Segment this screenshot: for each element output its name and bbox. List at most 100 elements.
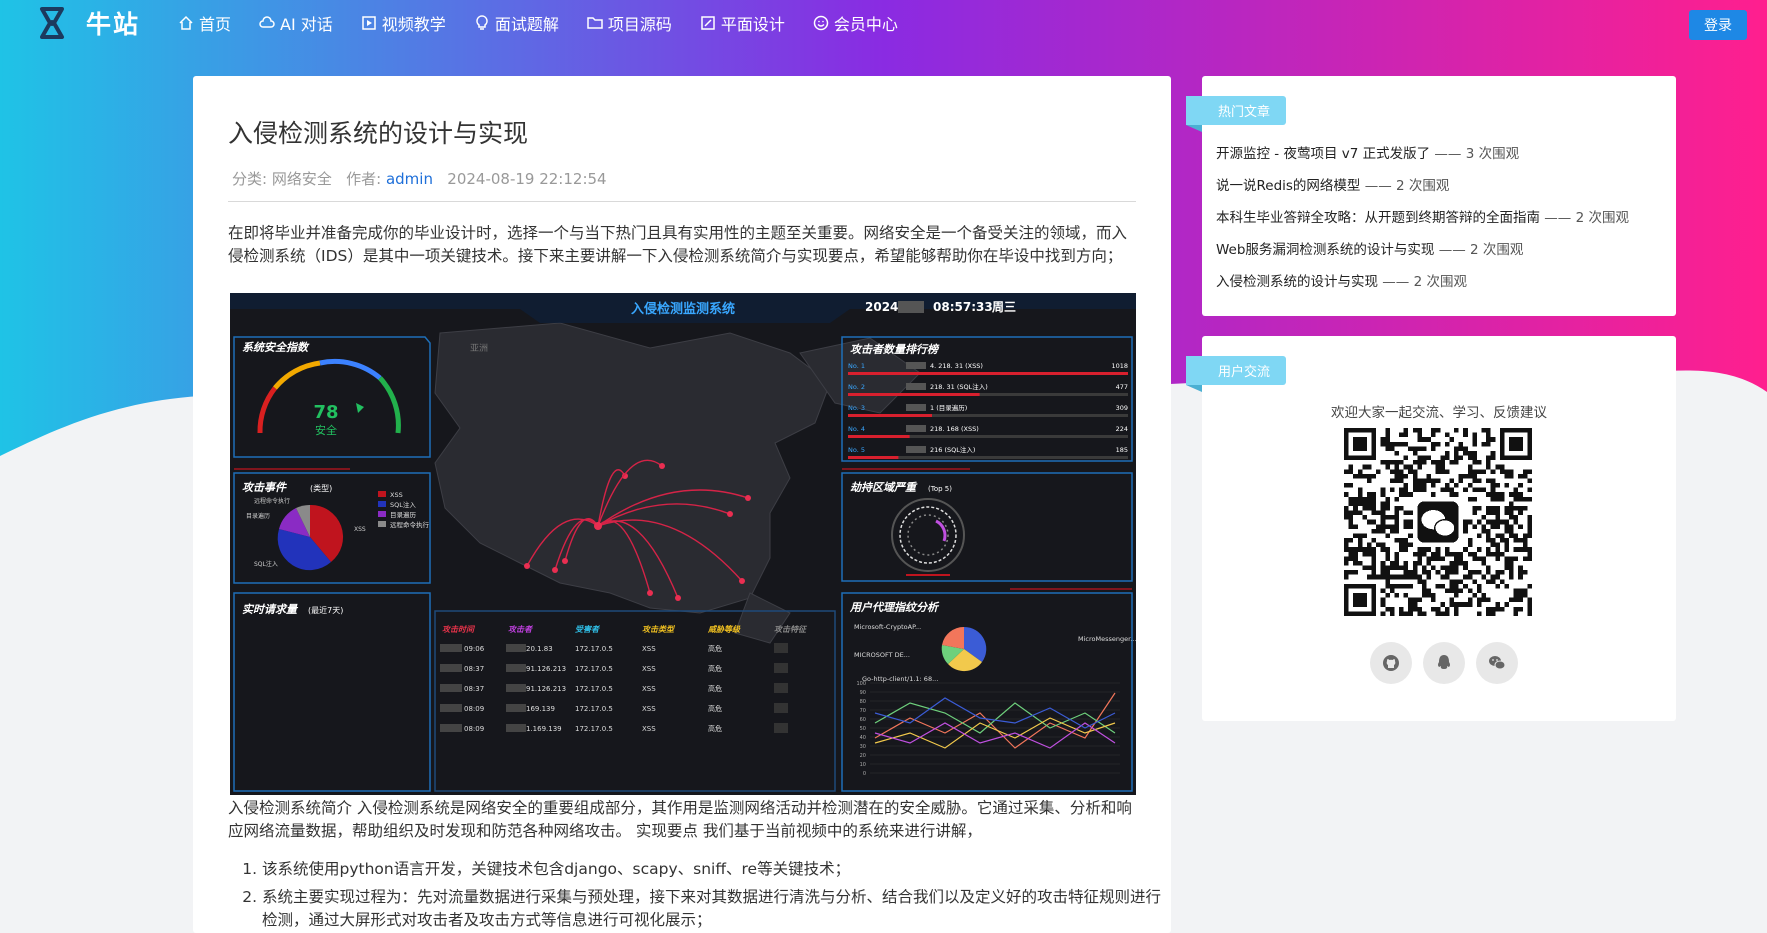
rank-mask [906, 362, 926, 369]
legend-label: 远程命令执行 [390, 520, 430, 529]
line-tick-label: 40 [860, 735, 866, 741]
nav-item-interview[interactable]: 面试题解 [474, 11, 559, 35]
cell-mask [440, 704, 462, 712]
wechat-icon [1489, 656, 1506, 670]
legend-label: XSS [390, 491, 403, 499]
hot-article-title[interactable]: 本科生毕业答辩全攻略：从开题到终期答辩的全面指南 [1216, 210, 1540, 226]
cell-mask [506, 644, 526, 652]
legend-swatch [378, 491, 386, 497]
article-card: 入侵检测系统的设计与实现 分类: 网络安全 作者: admin 2024-08-… [193, 76, 1171, 933]
home-icon [179, 15, 193, 30]
table-cell: 169.139 [526, 705, 555, 713]
table-cell: XSS [642, 645, 656, 653]
top-navigation: 牛站 首页 AI 对话 视频教学 面试题解 项目源码 平面设计 会员中心 登录 [0, 0, 1767, 46]
nav-item-home[interactable]: 首页 [178, 11, 231, 35]
line-tick-label: 100 [856, 681, 866, 687]
table-cell: 172.17.0.5 [575, 685, 613, 693]
login-button[interactable]: 登录 [1689, 10, 1747, 40]
cell-mask [506, 724, 526, 732]
hot-article-title[interactable]: 入侵检测系统的设计与实现 [1216, 274, 1378, 290]
line-tick-label: 70 [860, 708, 866, 714]
list-item[interactable]: 入侵检测系统的设计与实现 —— 2 次围观 [1216, 272, 1629, 304]
line-tick-label: 60 [860, 717, 866, 723]
hot-article-title[interactable]: 说一说Redis的网络模型 [1216, 178, 1360, 194]
cloud-icon [259, 16, 275, 28]
table-cell: XSS [642, 685, 656, 693]
table-cell: 91.126.213 [526, 665, 566, 673]
panel-subtitle-realtime: (最近7天) [308, 605, 343, 615]
panel-title-realtime: 实时请求量 [242, 603, 299, 616]
wechat-button[interactable] [1476, 642, 1518, 684]
rank-count: 224 [1116, 425, 1128, 433]
gauge-value: 78 [313, 402, 338, 423]
table-cell: 高危 [708, 724, 722, 733]
cell-mask [774, 643, 788, 653]
nav-label: 平面设计 [720, 15, 785, 34]
nav-item-ai-chat[interactable]: AI 对话 [259, 11, 333, 35]
meta-divider [228, 201, 1136, 202]
panel-subtitle-region: (Top 5) [928, 485, 952, 493]
rank-count: 185 [1116, 446, 1128, 454]
article-meta: 分类: 网络安全 作者: admin 2024-08-19 22:12:54 [232, 168, 607, 189]
list-item[interactable]: 本科生毕业答辩全攻略：从开题到终期答辩的全面指南 —— 2 次围观 [1216, 208, 1629, 240]
nav-item-member[interactable]: 会员中心 [813, 11, 898, 35]
line-tick-label: 50 [860, 726, 866, 732]
hot-article-views: —— 2 次围观 [1378, 274, 1467, 290]
legend-swatch [378, 501, 386, 507]
github-button[interactable] [1370, 642, 1412, 684]
pie-label: SQL注入 [254, 560, 278, 568]
hot-article-title[interactable]: 开源监控 - 夜莺项目 v7 正式发版了 [1216, 146, 1430, 162]
table-header-cell: 攻击者 [508, 625, 534, 634]
rank-mask [906, 425, 926, 432]
author-link[interactable]: admin [386, 170, 433, 188]
hot-article-views: —— 3 次围观 [1430, 146, 1520, 162]
cell-mask [506, 684, 526, 692]
hot-article-views: —— 2 次围观 [1540, 210, 1629, 226]
attack-target-point [647, 590, 653, 596]
table-cell: 20.1.83 [526, 645, 553, 653]
brand[interactable]: 牛站 [32, 3, 140, 43]
ua-label: MicroMessenger... [1078, 635, 1136, 643]
qq-button[interactable] [1423, 642, 1465, 684]
table-cell: XSS [642, 725, 656, 733]
hot-article-views: —— 2 次围观 [1360, 178, 1450, 194]
line-tick-label: 30 [860, 744, 866, 750]
table-cell: 91.126.213 [526, 685, 566, 693]
rank-mask [906, 446, 926, 453]
list-item[interactable]: 说一说Redis的网络模型 —— 2 次围观 [1216, 176, 1629, 208]
rank-bar [848, 372, 1128, 375]
nav-item-video[interactable]: 视频教学 [361, 11, 446, 35]
dashboard-time: 08:57:33 [933, 300, 993, 314]
table-header-cell: 受害者 [575, 625, 601, 634]
table-cell: XSS [642, 705, 656, 713]
nav-item-design[interactable]: 平面设计 [700, 11, 785, 35]
smile-icon [813, 15, 829, 31]
nav-item-source[interactable]: 项目源码 [587, 11, 672, 35]
hot-articles-card: 热门文章 开源监控 - 夜莺项目 v7 正式发版了 —— 3 次围观 说一说Re… [1186, 76, 1676, 316]
user-exchange-card: 用户交流 欢迎大家一起交流、学习、反馈建议 [1186, 336, 1676, 721]
list-item[interactable]: 开源监控 - 夜莺项目 v7 正式发版了 —— 3 次围观 [1216, 144, 1629, 176]
section-tag: 用户交流 [1186, 356, 1287, 392]
nav-label: 首页 [199, 15, 232, 34]
pie-label: XSS [354, 526, 366, 533]
line-tick-label: 20 [860, 753, 866, 759]
list-item: 系统主要实现过程为：先对流量数据进行采集与预处理，接下来对其数据进行清洗与分析、… [262, 886, 1171, 932]
table-cell: 高危 [708, 664, 722, 673]
hot-article-title[interactable]: Web服务漏洞检测系统的设计与实现 [1216, 242, 1434, 258]
table-header-cell: 威胁等级 [707, 625, 741, 634]
panel-title-rank: 攻击者数量排行榜 [850, 343, 940, 356]
panel-title-index: 系统安全指数 [242, 341, 310, 354]
attack-origin-point [594, 522, 602, 530]
panel-title-events: 攻击事件 [242, 481, 288, 494]
rank-count: 477 [1116, 383, 1128, 391]
attack-target-point [745, 495, 751, 501]
rank-number: No. 5 [848, 446, 865, 454]
rank-number: No. 3 [848, 404, 865, 412]
list-item[interactable]: Web服务漏洞检测系统的设计与实现 —— 2 次围观 [1216, 240, 1629, 272]
hot-article-views: —— 2 次围观 [1434, 242, 1524, 258]
nav-label: 项目源码 [607, 15, 672, 34]
author-label: 作者: [346, 170, 386, 188]
nav-label: 面试题解 [494, 15, 559, 34]
section-tag: 热门文章 [1186, 96, 1287, 132]
cell-mask [440, 684, 462, 692]
